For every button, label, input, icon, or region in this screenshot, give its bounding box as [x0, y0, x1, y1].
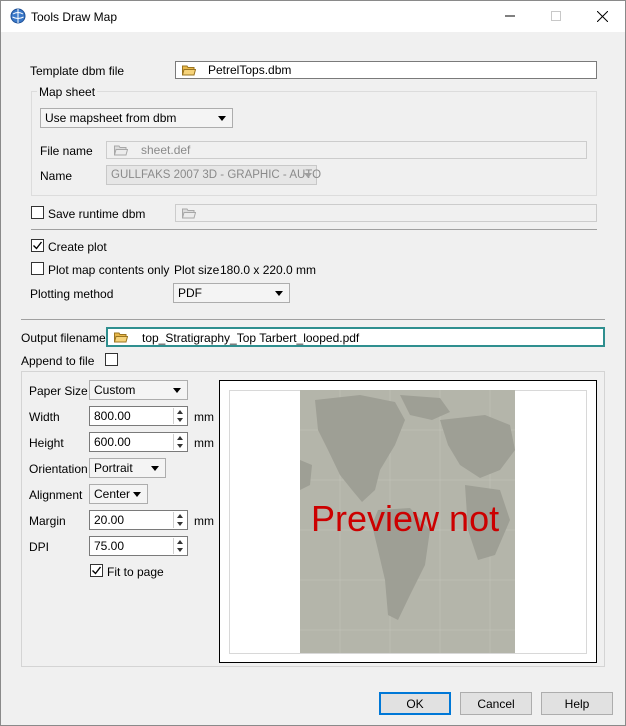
spin-arrows-icon[interactable]: [173, 434, 186, 450]
output-filename-field[interactable]: top_Stratigraphy_Top Tarbert_looped.pdf: [106, 327, 605, 347]
paper-size-label: Paper Size: [29, 384, 88, 398]
tools-draw-map-dialog: Tools Draw Map Template dbm file PetrelT…: [0, 0, 626, 726]
chevron-down-icon: [275, 291, 283, 296]
alignment-select[interactable]: Center: [89, 484, 148, 504]
margin-label: Margin: [29, 514, 66, 528]
dpi-label: DPI: [29, 540, 50, 554]
alignment-label: Alignment: [29, 488, 83, 502]
help-button-label: Help: [564, 696, 590, 711]
paper-size-value: Custom: [94, 383, 136, 397]
plot-size-label: Plot size: [174, 263, 220, 277]
template-file-field[interactable]: PetrelTops.dbm: [175, 61, 597, 79]
map-sheet-group-label: Map sheet: [37, 85, 98, 99]
close-icon: [596, 10, 608, 22]
spin-arrows-icon[interactable]: [173, 408, 186, 424]
width-value: 800.00: [94, 409, 131, 423]
chevron-down-icon: [304, 173, 312, 178]
close-button[interactable]: [579, 1, 625, 31]
folder-open-icon-disabled: [182, 208, 196, 219]
runtime-dbm-field: [175, 204, 597, 222]
create-plot-label: Create plot: [48, 240, 107, 254]
fit-to-page-checkbox[interactable]: [90, 564, 103, 577]
output-filename-label: Output filename: [21, 331, 106, 345]
plotting-method-value: PDF: [178, 286, 202, 300]
plotting-method-select[interactable]: PDF: [173, 283, 290, 303]
create-plot-checkbox[interactable]: [31, 239, 44, 252]
help-button[interactable]: Help: [541, 692, 613, 715]
folder-open-icon-disabled: [114, 145, 128, 156]
ok-button-label: OK: [406, 696, 424, 711]
minimize-icon: [505, 15, 515, 17]
orientation-select[interactable]: Portrait: [89, 458, 166, 478]
cancel-button[interactable]: Cancel: [460, 692, 532, 715]
plot-size-value: 180.0 x 220.0 mm: [220, 263, 317, 277]
chevron-down-icon: [173, 388, 181, 393]
app-globe-icon: [10, 8, 26, 24]
chevron-down-icon: [151, 466, 159, 471]
mapsheet-mode-value: Use mapsheet from dbm: [45, 111, 177, 125]
dpi-value: 75.00: [94, 539, 125, 553]
width-spinbox[interactable]: 800.00: [89, 406, 188, 426]
height-spinbox[interactable]: 600.00: [89, 432, 188, 452]
height-label: Height: [29, 436, 64, 450]
separator: [31, 229, 597, 230]
paper-size-select[interactable]: Custom: [89, 380, 188, 400]
file-name-field: sheet.def: [106, 141, 587, 159]
margin-unit: mm: [194, 514, 214, 528]
save-runtime-label: Save runtime dbm: [48, 207, 146, 221]
dpi-spinbox[interactable]: 75.00: [89, 536, 188, 556]
template-file-value: PetrelTops.dbm: [208, 63, 292, 77]
width-label: Width: [29, 410, 60, 424]
append-label: Append to file: [21, 354, 95, 368]
plot-contents-label: Plot map contents only: [48, 263, 170, 277]
name-value: GULLFAKS 2007 3D - GRAPHIC - AUTO: [111, 169, 322, 181]
orientation-label: Orientation: [29, 462, 88, 476]
spin-arrows-icon[interactable]: [173, 512, 186, 528]
separator: [21, 319, 605, 320]
mapsheet-mode-select[interactable]: Use mapsheet from dbm: [40, 108, 233, 128]
file-name-value: sheet.def: [141, 143, 191, 157]
file-name-label: File name: [40, 144, 93, 158]
name-select: GULLFAKS 2007 3D - GRAPHIC - AUTO: [106, 165, 321, 185]
preview-frame: Preview not: [219, 380, 597, 663]
minimize-button[interactable]: [487, 1, 533, 31]
maximize-icon: [551, 11, 561, 21]
width-unit: mm: [194, 410, 214, 424]
height-value: 600.00: [94, 435, 131, 449]
chevron-down-icon: [133, 492, 141, 497]
chevron-down-icon: [218, 116, 226, 121]
folder-open-icon[interactable]: [182, 64, 196, 76]
name-label: Name: [40, 169, 73, 183]
ok-button[interactable]: OK: [379, 692, 451, 715]
title-bar: Tools Draw Map: [1, 1, 625, 32]
orientation-value: Portrait: [94, 461, 133, 475]
template-label: Template dbm file: [30, 64, 125, 78]
checkmark-icon: [92, 566, 102, 575]
margin-spinbox[interactable]: 20.00: [89, 510, 188, 530]
output-filename-value: top_Stratigraphy_Top Tarbert_looped.pdf: [142, 331, 360, 345]
preview-status-text: Preview not: [311, 498, 500, 539]
plot-contents-checkbox[interactable]: [31, 262, 44, 275]
spin-arrows-icon[interactable]: [173, 538, 186, 554]
cancel-button-label: Cancel: [477, 696, 515, 711]
plotting-method-label: Plotting method: [30, 287, 114, 301]
window-title: Tools Draw Map: [31, 10, 118, 24]
height-unit: mm: [194, 436, 214, 450]
checkmark-icon: [33, 241, 43, 250]
maximize-button[interactable]: [533, 1, 579, 31]
alignment-value: Center: [94, 487, 131, 501]
append-checkbox[interactable]: [105, 353, 118, 366]
fit-to-page-label: Fit to page: [107, 565, 164, 579]
save-runtime-checkbox[interactable]: [31, 206, 44, 219]
margin-value: 20.00: [94, 513, 125, 527]
folder-open-icon[interactable]: [114, 331, 128, 343]
